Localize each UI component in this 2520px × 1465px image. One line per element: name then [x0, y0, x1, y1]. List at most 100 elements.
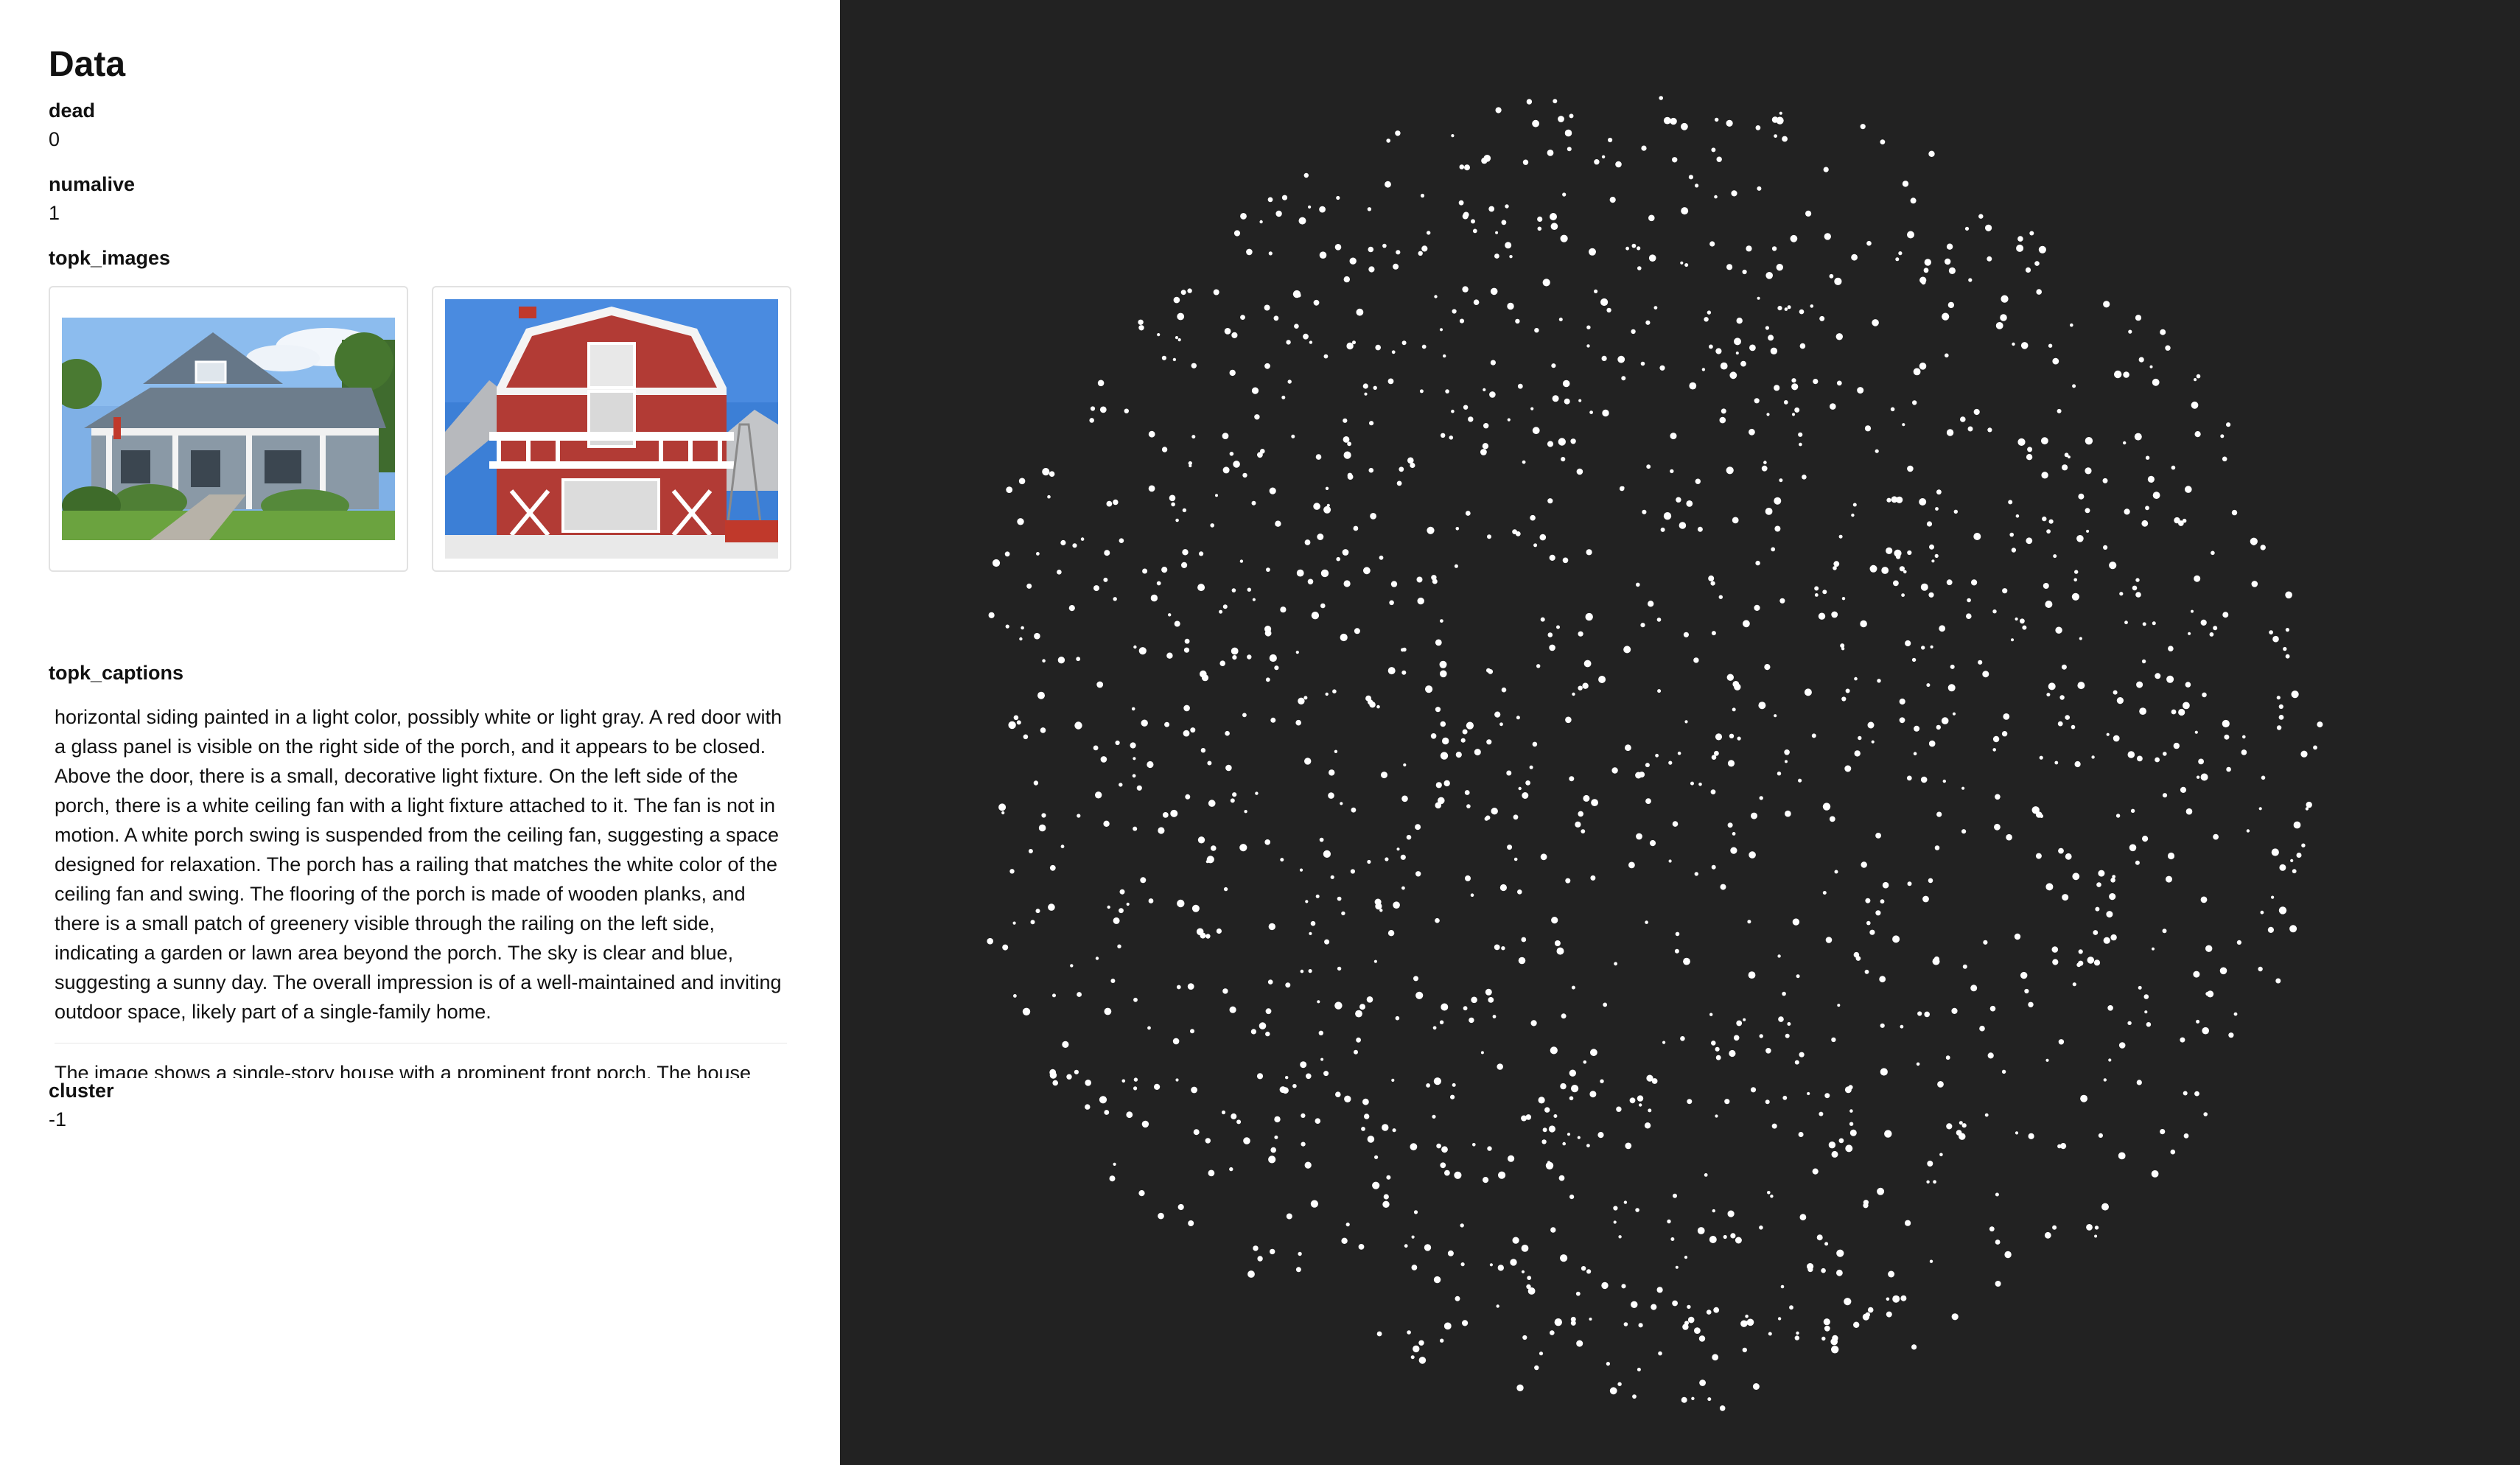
scatter-point[interactable]: [2147, 475, 2155, 483]
scatter-point[interactable]: [2052, 357, 2059, 365]
scatter-point[interactable]: [1021, 626, 1024, 630]
scatter-point[interactable]: [1462, 213, 1469, 220]
scatter-point[interactable]: [1403, 763, 1407, 767]
scatter-point[interactable]: [1013, 994, 1017, 998]
scatter-point[interactable]: [1518, 957, 1526, 965]
scatter-point[interactable]: [1706, 1310, 1712, 1315]
scatter-point[interactable]: [1875, 910, 1881, 916]
scatter-point[interactable]: [1586, 1269, 1592, 1274]
scatter-point[interactable]: [2185, 808, 2193, 815]
scatter-point[interactable]: [1917, 1011, 1922, 1016]
scatter-point[interactable]: [1222, 466, 1230, 474]
scatter-point[interactable]: [1300, 1061, 1307, 1069]
scatter-point[interactable]: [2076, 535, 2084, 542]
scatter-point[interactable]: [2072, 873, 2080, 881]
scatter-point[interactable]: [1743, 1018, 1746, 1021]
scatter-point[interactable]: [1443, 1322, 1452, 1330]
scatter-point[interactable]: [2241, 749, 2247, 755]
scatter-point[interactable]: [1646, 464, 1651, 469]
scatter-point[interactable]: [1838, 1138, 1844, 1144]
scatter-point[interactable]: [1323, 506, 1331, 514]
scatter-point[interactable]: [2074, 570, 2079, 574]
scatter-point[interactable]: [1269, 654, 1277, 662]
scatter-point[interactable]: [1586, 1144, 1590, 1147]
scatter-point[interactable]: [1512, 529, 1517, 534]
scatter-point[interactable]: [1347, 474, 1354, 480]
scatter-point[interactable]: [1526, 99, 1533, 105]
scatter-point[interactable]: [2279, 864, 2286, 871]
scatter-point[interactable]: [1026, 583, 1032, 589]
scatter-point[interactable]: [1653, 306, 1658, 310]
scatter-point[interactable]: [1215, 494, 1218, 497]
scatter-point[interactable]: [2142, 836, 2149, 842]
scatter-point[interactable]: [1190, 1029, 1194, 1034]
scatter-point[interactable]: [1169, 494, 1176, 502]
scatter-point[interactable]: [1307, 578, 1314, 585]
scatter-point[interactable]: [1834, 870, 1838, 874]
scatter-point[interactable]: [1279, 1086, 1287, 1094]
scatter-point[interactable]: [1161, 447, 1168, 452]
scatter-point[interactable]: [1730, 847, 1737, 854]
scatter-point[interactable]: [1035, 909, 1040, 914]
scatter-point[interactable]: [1613, 1220, 1617, 1224]
scatter-point[interactable]: [1570, 1316, 1576, 1322]
scatter-point[interactable]: [1879, 976, 1886, 983]
scatter-point[interactable]: [2152, 947, 2155, 951]
scatter-point[interactable]: [1642, 509, 1647, 514]
scatter-point[interactable]: [1825, 937, 1833, 943]
scatter-point[interactable]: [1424, 1244, 1432, 1251]
scatter-point[interactable]: [1294, 324, 1299, 329]
scatter-point[interactable]: [1928, 150, 1935, 157]
scatter-point[interactable]: [1093, 585, 1099, 592]
scatter-point[interactable]: [1138, 325, 1144, 331]
scatter-point[interactable]: [1590, 875, 1596, 881]
scatter-point[interactable]: [2028, 1133, 2034, 1139]
scatter-point[interactable]: [1735, 352, 1739, 355]
scatter-point[interactable]: [1474, 749, 1481, 756]
scatter-point[interactable]: [1765, 326, 1769, 330]
scatter-point[interactable]: [1507, 845, 1513, 850]
scatter-point[interactable]: [1199, 551, 1204, 556]
scatter-point[interactable]: [1131, 707, 1135, 711]
scatter-point[interactable]: [1174, 620, 1180, 627]
scatter-point[interactable]: [1751, 812, 1757, 819]
scatter-point[interactable]: [2118, 1042, 2126, 1049]
scatter-point[interactable]: [1831, 1346, 1839, 1354]
scatter-point[interactable]: [1920, 583, 1928, 591]
scatter-point[interactable]: [1353, 525, 1359, 531]
scatter-point[interactable]: [1841, 696, 1847, 702]
scatter-point[interactable]: [1621, 376, 1626, 381]
scatter-point[interactable]: [1730, 1233, 1736, 1239]
scatter-point[interactable]: [1416, 576, 1423, 583]
scatter-point[interactable]: [1668, 761, 1673, 765]
scatter-point[interactable]: [1766, 413, 1770, 416]
scatter-point[interactable]: [1663, 512, 1672, 520]
scatter-point[interactable]: [1631, 1301, 1638, 1309]
scatter-point[interactable]: [2012, 342, 2015, 346]
scatter-point[interactable]: [1572, 692, 1575, 696]
scatter-point[interactable]: [1672, 1300, 1678, 1307]
scatter-point[interactable]: [1748, 971, 1756, 979]
scatter-point[interactable]: [2167, 852, 2175, 860]
scatter-point[interactable]: [1807, 1267, 1813, 1273]
scatter-point[interactable]: [1836, 1249, 1844, 1257]
scatter-point[interactable]: [1096, 681, 1104, 688]
scatter-point[interactable]: [1813, 379, 1819, 385]
scatter-point[interactable]: [2020, 971, 2028, 979]
scatter-point[interactable]: [1550, 1046, 1558, 1055]
scatter-point[interactable]: [1890, 407, 1895, 412]
scatter-point[interactable]: [2015, 1131, 2019, 1135]
scatter-point[interactable]: [1824, 1325, 1830, 1332]
scatter-point[interactable]: [1771, 547, 1776, 552]
scatter-point[interactable]: [1006, 486, 1013, 493]
scatter-point[interactable]: [1222, 604, 1228, 609]
scatter-point[interactable]: [1934, 845, 1940, 850]
scatter-point[interactable]: [2183, 702, 2190, 710]
scatter-point[interactable]: [1133, 1086, 1138, 1091]
scatter-point[interactable]: [1285, 982, 1291, 988]
scatter-point[interactable]: [1362, 383, 1368, 389]
scatter-point[interactable]: [2291, 690, 2299, 699]
scatter-point[interactable]: [1472, 228, 1477, 234]
scatter-point[interactable]: [2015, 617, 2018, 621]
scatter-point[interactable]: [1571, 985, 1575, 990]
